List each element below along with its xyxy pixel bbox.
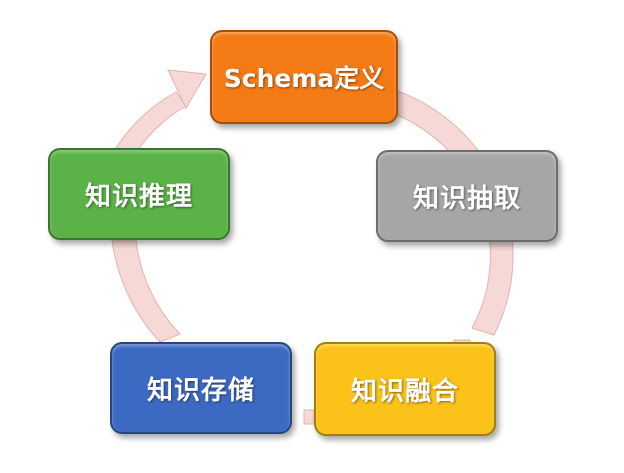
knowledge-fusion-node: 知识融合 <box>314 342 496 436</box>
knowledge-storage-label: 知识存储 <box>146 375 255 406</box>
knowledge-fusion-label: 知识融合 <box>350 376 459 407</box>
knowledge-graph-cycle-diagram: Schema定义 知识抽取 知识融合 知识存储 知识推理 <box>0 0 624 473</box>
knowledge-extraction-label: 知识抽取 <box>412 183 521 214</box>
schema-definition-label: Schema定义 <box>223 64 385 93</box>
schema-definition-node: Schema定义 <box>210 30 398 124</box>
knowledge-reasoning-node: 知识推理 <box>48 148 230 240</box>
knowledge-extraction-node: 知识抽取 <box>376 150 558 242</box>
knowledge-storage-node: 知识存储 <box>110 342 292 434</box>
knowledge-reasoning-label: 知识推理 <box>84 181 193 212</box>
